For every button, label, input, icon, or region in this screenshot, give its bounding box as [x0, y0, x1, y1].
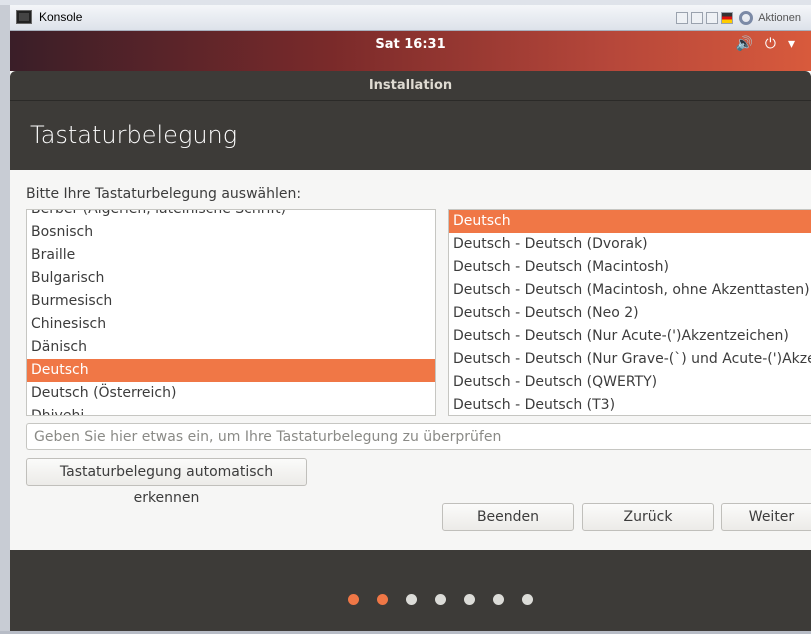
variant-item[interactable]: Deutsch - Deutsch (Nur Acute-(')Akzentze…: [449, 325, 811, 348]
layout-item[interactable]: Deutsch: [27, 359, 435, 382]
variant-item[interactable]: Deutsch: [449, 210, 811, 233]
layout-item[interactable]: Braille: [27, 244, 435, 267]
gear-icon[interactable]: [739, 11, 754, 25]
progress-dot: [493, 594, 504, 605]
variant-item[interactable]: Deutsch - Deutsch (T3): [449, 394, 811, 415]
variant-item[interactable]: Deutsch - Deutsch (Nur Grave-(`) und Acu…: [449, 348, 811, 371]
actions-menu[interactable]: Aktionen: [758, 12, 801, 24]
top-panel: Sat 16:31 🔊 ⏻ ▾: [10, 31, 811, 71]
detect-layout-button[interactable]: Tastaturbelegung automatisch erkennen: [26, 458, 307, 506]
installer-titlebar[interactable]: Installation: [10, 71, 811, 101]
progress-dot: [464, 594, 475, 605]
installer-window: Installation Tastaturbelegung Bitte Ihre…: [10, 71, 811, 631]
layout-item[interactable]: Dhivehi: [27, 405, 435, 415]
installer-footer: [10, 550, 811, 631]
variant-item[interactable]: Deutsch - Deutsch (Macintosh, ohne Akzen…: [449, 279, 811, 302]
variant-item[interactable]: Deutsch - Deutsch (Macintosh): [449, 256, 811, 279]
variant-list[interactable]: Deutsch Deutsch - Deutsch (Dvorak) Deutsch…: [448, 209, 811, 416]
progress-dot: [406, 594, 417, 605]
progress-dots: [348, 594, 533, 605]
window-controls: Aktionen: [676, 11, 801, 25]
layout-item[interactable]: Chinesisch: [27, 313, 435, 336]
variant-item[interactable]: Deutsch - Deutsch (Dvorak): [449, 233, 811, 256]
quit-button[interactable]: Beenden: [442, 503, 574, 531]
variant-item[interactable]: Deutsch - Deutsch (QWERTY): [449, 371, 811, 394]
layout-prompt: Bitte Ihre Tastaturbelegung auswählen:: [26, 186, 302, 202]
panel-clock[interactable]: Sat 16:31: [10, 37, 811, 52]
layout-item[interactable]: Berber (Algerien, lateinische Schrift): [27, 210, 435, 221]
volume-icon[interactable]: 🔊: [735, 36, 752, 52]
layout-item[interactable]: Deutsch (Österreich): [27, 382, 435, 405]
installer-header: Tastaturbelegung: [10, 101, 811, 170]
restore-icon[interactable]: [691, 12, 704, 24]
layout-item[interactable]: Bulgarisch: [27, 267, 435, 290]
keyboard-layout-flag-icon[interactable]: [721, 12, 734, 24]
layout-item[interactable]: Dänisch: [27, 336, 435, 359]
minimize-icon[interactable]: [676, 12, 689, 24]
progress-dot: [522, 594, 533, 605]
vm-frame-left: [0, 31, 10, 634]
terminal-icon: [16, 10, 32, 24]
variant-item[interactable]: Deutsch - Deutsch (Neo 2): [449, 302, 811, 325]
konsole-window-titlebar[interactable]: Konsole Aktionen: [10, 5, 811, 31]
layout-list[interactable]: Berber (Algerien, lateinische Schrift) Bo…: [26, 209, 436, 416]
layout-item[interactable]: Bosnisch: [27, 221, 435, 244]
keyboard-test-input[interactable]: [26, 423, 811, 450]
next-button[interactable]: Weiter: [721, 503, 811, 531]
maximize-icon[interactable]: [706, 12, 719, 24]
page-title: Tastaturbelegung: [30, 121, 238, 149]
chevron-down-icon[interactable]: ▾: [788, 36, 795, 52]
progress-dot: [348, 594, 359, 605]
power-icon[interactable]: ⏻: [765, 36, 776, 52]
installer-title: Installation: [368, 78, 453, 93]
konsole-title: Konsole: [39, 10, 83, 24]
layout-item[interactable]: Burmesisch: [27, 290, 435, 313]
progress-dot: [435, 594, 446, 605]
panel-status-icons[interactable]: 🔊 ⏻ ▾: [735, 36, 795, 52]
progress-dot: [377, 594, 388, 605]
back-button[interactable]: Zurück: [582, 503, 714, 531]
